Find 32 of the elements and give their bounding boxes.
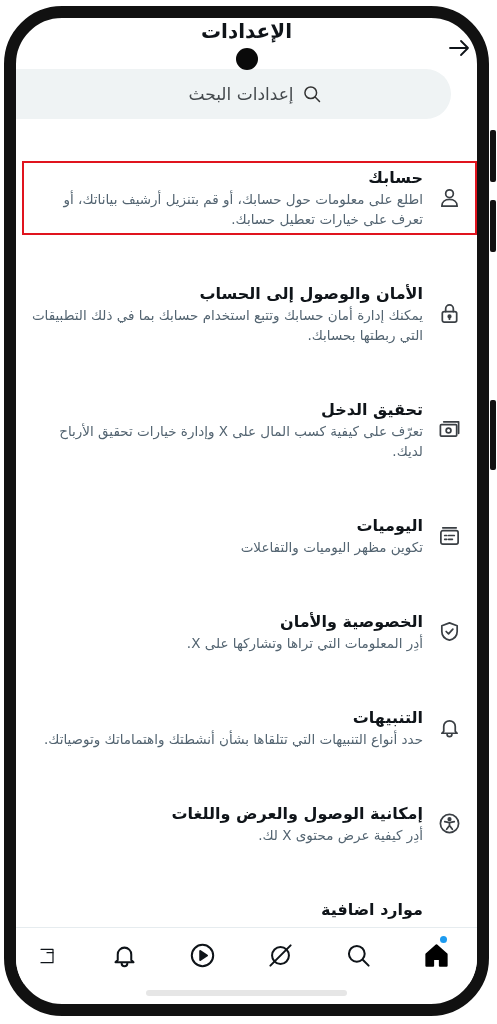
item-description: تعرّف على كيفية كسب المال على X وإدارة خيارات تحقيق الأرباح لديك. xyxy=(58,421,423,461)
item-description: أدِر كيفية عرض محتوى X لك. xyxy=(257,825,423,845)
item-title: موارد اضافية xyxy=(319,898,423,921)
settings-item[interactable]: الخصوصية والأمان أدِر المعلومات التي تراها وتشاركها على X. xyxy=(22,604,477,659)
item-title: التنبيهات xyxy=(351,706,423,729)
item-title: الأمان والوصول إلى الحساب xyxy=(198,282,423,305)
settings-item[interactable]: تحقيق الدخل تعرّف على كيفية كسب المال على X وإدارة خيارات تحقيق الأرباح لديك. xyxy=(22,392,477,467)
item-title: حسابك xyxy=(367,166,423,189)
item-description: اطلع على معلومات حول حسابك، أو قم بتنزيل أرشيف بياناتك، أو تعرف على خيارات تعطيل حسابك. xyxy=(62,189,423,229)
item-title: إمكانية الوصول والعرض واللغات xyxy=(170,802,423,825)
settings-item[interactable]: موارد اضافية xyxy=(22,892,477,927)
camera-hole xyxy=(235,48,258,70)
item-description: حدد أنواع التنبيهات التي تتلقاها بشأن أنشطتك واهتماماتك وتوصياتك. xyxy=(42,729,423,749)
settings-item[interactable]: إمكانية الوصول والعرض واللغات أدِر كيفية عرض محتوى X لك. xyxy=(22,796,477,851)
card-list-icon xyxy=(437,524,461,548)
home-icon xyxy=(422,942,450,970)
item-description: تكوين مظهر اليوميات والتفاعلات xyxy=(239,537,423,557)
item-title: الخصوصية والأمان xyxy=(279,610,423,633)
item-description: أدِر المعلومات التي تراها وتشاركها على X. xyxy=(185,633,423,653)
search-field[interactable]: إعدادات البحث xyxy=(145,83,294,104)
item-description: يمكنك إدارة أمان حسابك وتتبع استخدام حسابك بما في ذلك التطبيقات التي ربطتها بحسابك. xyxy=(30,305,423,345)
play-icon xyxy=(189,942,217,970)
search-icon xyxy=(301,83,322,104)
accessibility-icon xyxy=(437,812,461,836)
settings-item[interactable]: التنبيهات حدد أنواع التنبيهات التي تتلقاها بشأن أنشطتك واهتماماتك وتوصياتك. xyxy=(22,700,477,755)
item-title: اليوميات xyxy=(355,514,423,537)
settings-item[interactable]: الأمان والوصول إلى الحساب يمكنك إدارة أمان حسابك وتتبع استخدام حسابك بما في ذلك التطبيقات التي ربطتها بحسابك. xyxy=(22,276,477,351)
highlighted-settings-item[interactable]: حسابك اطلع على معلومات حول حسابك، أو قم بتنزيل أرشيف بياناتك، أو تعرف على خيارات تعطيل حسابك. xyxy=(22,160,477,235)
screen-title: الإعدادات xyxy=(201,18,293,44)
settings-item[interactable]: اليوميات تكوين مظهر اليوميات والتفاعلات xyxy=(22,508,477,563)
slashed-circle-icon xyxy=(266,942,294,970)
item-title: تحقيق الدخل xyxy=(319,398,423,421)
